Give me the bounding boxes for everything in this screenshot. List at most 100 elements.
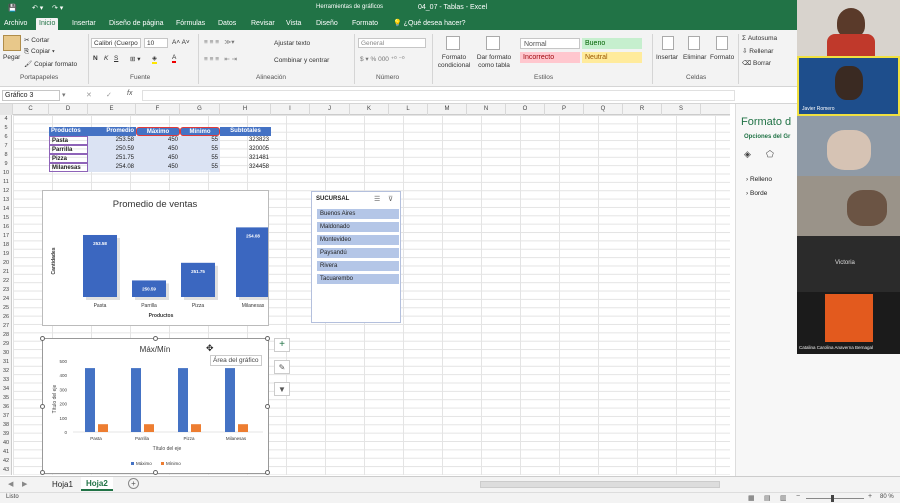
table-cell[interactable]: 55 bbox=[180, 154, 220, 163]
resize-handle[interactable] bbox=[265, 336, 270, 341]
row-header[interactable]: 30 bbox=[0, 349, 12, 357]
tab-diseno[interactable]: Diseño bbox=[313, 18, 341, 30]
row-header[interactable]: 20 bbox=[0, 259, 12, 267]
table-cell[interactable]: Pasta bbox=[49, 136, 88, 145]
format-as-table-button[interactable]: Dar formato como tabla bbox=[474, 54, 514, 70]
row-header[interactable]: 19 bbox=[0, 250, 12, 258]
table-cell[interactable]: 253.58 bbox=[88, 136, 136, 145]
row-header[interactable]: 21 bbox=[0, 268, 12, 276]
delete-cells-icon[interactable] bbox=[688, 36, 700, 50]
zoom-slider[interactable] bbox=[806, 498, 864, 499]
sheet-tab-hoja1[interactable]: Hoja1 bbox=[52, 480, 73, 489]
copy-button[interactable]: ⎘ Copiar ▾ bbox=[24, 48, 55, 56]
row-header[interactable]: 5 bbox=[0, 124, 12, 132]
row-header[interactable]: 36 bbox=[0, 403, 12, 411]
undo-icon[interactable]: ↶ ▾ bbox=[32, 4, 43, 12]
col-header[interactable]: I bbox=[271, 104, 310, 115]
col-header[interactable]: C bbox=[13, 104, 49, 115]
col-header[interactable]: G bbox=[180, 104, 220, 115]
font-color-icon[interactable]: A bbox=[172, 54, 177, 63]
row-header[interactable]: 15 bbox=[0, 214, 12, 222]
row-header[interactable]: 28 bbox=[0, 331, 12, 339]
autosum-button[interactable]: Σ Autosuma bbox=[742, 35, 777, 42]
row-header[interactable]: 33 bbox=[0, 376, 12, 384]
chart-elements-button[interactable]: + bbox=[274, 338, 290, 352]
font-name-select[interactable]: Calibri (Cuerpo bbox=[91, 38, 141, 48]
chart-styles-button[interactable]: ✎ bbox=[274, 360, 290, 374]
resize-handle[interactable] bbox=[153, 470, 158, 475]
zoom-slider-thumb[interactable] bbox=[831, 495, 834, 502]
tab-archivo[interactable]: Archivo bbox=[1, 18, 30, 30]
paste-button[interactable]: Pegar bbox=[3, 54, 20, 61]
function-icon[interactable]: fx bbox=[127, 90, 132, 97]
table-cell[interactable]: 251.75 bbox=[88, 154, 136, 163]
table-header[interactable]: Máximo bbox=[136, 127, 180, 136]
enter-icon[interactable]: ✓ bbox=[106, 91, 112, 99]
table-cell[interactable]: 450 bbox=[136, 145, 180, 154]
table-cell[interactable]: Pizza bbox=[49, 154, 88, 163]
row-header[interactable]: 41 bbox=[0, 448, 12, 456]
underline-button[interactable]: S bbox=[114, 55, 118, 62]
style-incorrecto[interactable]: Incorrecto bbox=[520, 52, 580, 63]
table-cell[interactable]: 323823 bbox=[220, 136, 271, 145]
merge-center-button[interactable]: Combinar y centrar bbox=[274, 57, 329, 64]
row-header[interactable]: 37 bbox=[0, 412, 12, 420]
table-header[interactable]: Mínimo bbox=[180, 127, 220, 136]
resize-handle[interactable] bbox=[40, 336, 45, 341]
redo-icon[interactable]: ↷ ▾ bbox=[52, 4, 63, 12]
effects-icon[interactable]: ⬠ bbox=[766, 149, 774, 160]
view-normal-icon[interactable]: ▦ bbox=[748, 494, 755, 502]
fill-section[interactable]: › Relleno bbox=[746, 176, 772, 183]
cut-button[interactable]: ✂ Cortar bbox=[24, 36, 49, 44]
row-header[interactable]: 32 bbox=[0, 367, 12, 375]
slicer-item[interactable]: Montevideo bbox=[317, 235, 399, 245]
table-cell[interactable]: 321481 bbox=[220, 154, 271, 163]
row-header[interactable]: 7 bbox=[0, 142, 12, 150]
tab-revisar[interactable]: Revisar bbox=[248, 18, 278, 30]
slicer-item[interactable]: Tacuarembo bbox=[317, 274, 399, 284]
tab-datos[interactable]: Datos bbox=[215, 18, 239, 30]
table-cell[interactable]: 55 bbox=[180, 145, 220, 154]
chart-promedio[interactable]: Promedio de ventas Cantidades Productos 253… bbox=[42, 190, 273, 326]
number-format-icons[interactable]: $ ▾ % 000 ⁺⁰ ⁻⁰ bbox=[360, 55, 405, 63]
row-header[interactable]: 17 bbox=[0, 232, 12, 240]
format-cells-icon[interactable] bbox=[716, 36, 728, 50]
bold-button[interactable]: N bbox=[93, 55, 98, 62]
col-header[interactable]: O bbox=[506, 104, 545, 115]
row-header[interactable]: 23 bbox=[0, 286, 12, 294]
row-header[interactable]: 6 bbox=[0, 133, 12, 141]
zoom-out-button[interactable]: − bbox=[796, 493, 800, 500]
col-header[interactable]: J bbox=[310, 104, 350, 115]
view-pagebreak-icon[interactable]: ▥ bbox=[780, 494, 787, 502]
table-cell[interactable]: 324458 bbox=[220, 163, 271, 172]
tell-me-search[interactable]: 💡 ¿Qué desea hacer? bbox=[390, 18, 469, 30]
row-header[interactable]: 16 bbox=[0, 223, 12, 231]
slicer-item[interactable]: Maldonado bbox=[317, 222, 399, 232]
row-header[interactable]: 12 bbox=[0, 187, 12, 195]
row-header[interactable]: 27 bbox=[0, 322, 12, 330]
tab-inicio[interactable]: Inicio bbox=[36, 18, 59, 30]
row-header[interactable]: 38 bbox=[0, 421, 12, 429]
table-header[interactable]: Subtotales bbox=[220, 127, 271, 136]
slicer-item[interactable]: Rivera bbox=[317, 261, 399, 271]
row-header[interactable]: 10 bbox=[0, 169, 12, 177]
table-cell[interactable]: Parrilla bbox=[49, 145, 88, 154]
conditional-format-button[interactable]: Formato condicional bbox=[436, 54, 472, 70]
col-header[interactable]: Q bbox=[584, 104, 623, 115]
clear-button[interactable]: ⌫ Borrar bbox=[742, 59, 771, 67]
add-sheet-button[interactable]: + bbox=[128, 478, 139, 489]
pane-subtitle[interactable]: Opciones del Gr bbox=[744, 134, 790, 140]
slicer-item[interactable]: Buenos Aires bbox=[317, 209, 399, 219]
sheet-nav-left-icon[interactable]: ◀ bbox=[8, 480, 13, 488]
select-all-corner[interactable] bbox=[0, 104, 13, 115]
row-header[interactable]: 31 bbox=[0, 358, 12, 366]
slicer-sucursal[interactable]: SUCURSAL ☰ ⊽ Buenos Aires Maldonado Mont… bbox=[311, 191, 401, 323]
resize-handle[interactable] bbox=[153, 336, 158, 341]
row-header[interactable]: 11 bbox=[0, 178, 12, 186]
table-cell[interactable]: 450 bbox=[136, 154, 180, 163]
row-header[interactable]: 29 bbox=[0, 340, 12, 348]
col-header[interactable]: P bbox=[545, 104, 584, 115]
tab-formato[interactable]: Formato bbox=[349, 18, 381, 30]
borders-icon[interactable]: ⊞ ▾ bbox=[130, 55, 141, 63]
col-header[interactable]: N bbox=[467, 104, 506, 115]
